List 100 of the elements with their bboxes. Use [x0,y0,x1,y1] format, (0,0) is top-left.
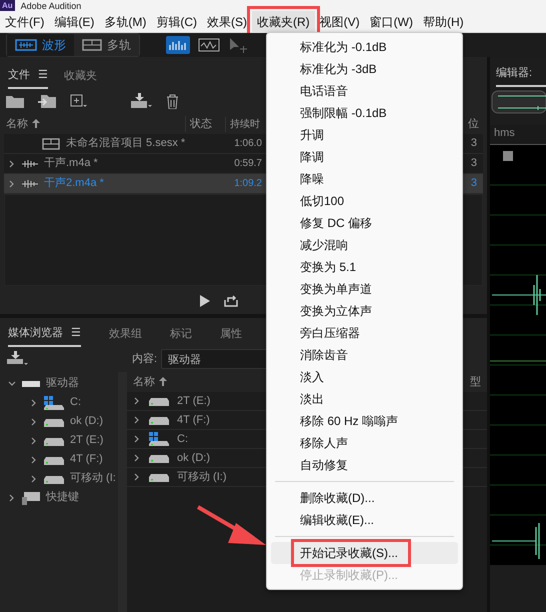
trash-icon[interactable] [166,94,179,108]
chevron-right-icon[interactable] [30,456,38,464]
chevron-right-icon[interactable] [133,397,141,405]
drive-icon [149,472,169,482]
menu-item[interactable]: 自动修复 [271,454,458,476]
panel-tab[interactable]: 收藏夹 [64,66,97,88]
menu-item[interactable]: 删除收藏(D)... [271,487,458,509]
spectrum-view-icon[interactable] [166,36,190,54]
import-folder-icon[interactable] [38,94,56,108]
waveform-icon [22,178,38,188]
menu-item[interactable]: 变换为立体声 [271,300,458,322]
panel-tab[interactable]: 标记 [170,324,192,346]
chevron-right-icon[interactable] [133,473,141,481]
drive-icon [44,416,64,426]
tree-item[interactable]: 可移动 (I: [70,470,116,487]
drive-name[interactable]: C: [177,430,188,448]
chevron-right-icon[interactable] [8,160,16,168]
chevron-right-icon[interactable] [30,436,38,444]
tree-item[interactable]: 驱动器 [46,375,79,392]
panel-menu-icon[interactable]: ☰ [38,67,48,84]
drive-icon [44,436,64,446]
chevron-right-icon[interactable] [30,474,38,482]
tree-item[interactable]: C: [70,394,81,411]
shortcut-folder-icon [22,490,40,504]
menu-item[interactable]: 标准化为 -3dB [271,58,458,80]
chevron-down-icon[interactable] [8,380,16,388]
panel-tab[interactable]: 文件 ☰ [8,65,48,89]
waveform-icon [22,158,38,168]
menu-item[interactable]: 效果(S) [202,10,252,32]
menu-item[interactable]: 修复 DC 偏移 [271,212,458,234]
menu-item[interactable]: 文件(F) [0,10,50,32]
drive-name[interactable]: 4T (F:) [177,412,210,428]
tree-item[interactable]: ok (D:) [70,413,103,430]
panel-tab[interactable]: 编辑器: [496,63,546,86]
chevron-right-icon[interactable] [133,454,141,462]
folder-icon[interactable] [6,94,24,108]
panel-menu-icon[interactable]: ☰ [71,325,81,342]
new-file-icon[interactable] [70,94,88,108]
column-header[interactable]: 位 [464,116,487,132]
file-name: 干声.m4a * [44,156,98,172]
import-icon[interactable] [6,351,28,367]
chevron-right-icon[interactable] [8,180,16,188]
menu-item[interactable]: 收藏夹(R) [252,10,315,32]
panel-tab[interactable]: 效果组 [109,324,142,346]
tree-item[interactable]: 4T (F:) [70,451,103,468]
tree-item[interactable]: 快捷键 [46,489,79,506]
system-drive-icon [149,432,169,446]
chevron-right-icon[interactable] [133,416,141,424]
menu-item[interactable]: 开始记录收藏(S)... [271,542,458,564]
frequency-view-icon[interactable] [198,38,220,52]
move-tool-icon[interactable] [228,37,248,53]
chevron-right-icon[interactable] [8,494,16,502]
column-header[interactable]: 型 [470,374,481,390]
menu-item[interactable]: 编辑(E) [49,10,100,32]
chevron-right-icon[interactable] [30,398,38,406]
panel-tab[interactable]: 媒体浏览器 ☰ [8,323,81,347]
menu-item[interactable]: 移除人声 [271,432,458,454]
menu-item[interactable]: 淡入 [271,366,458,388]
column-header[interactable]: 状态 [185,116,225,132]
column-header[interactable]: 名称 [133,374,167,390]
system-drive-icon [44,396,64,410]
app-logo-icon: Au [0,0,15,11]
insert-icon[interactable] [130,93,152,109]
menu-item[interactable]: 剪辑(C) [151,10,202,32]
loop-icon[interactable] [224,295,238,307]
tree-item[interactable]: 2T (E:) [70,432,104,449]
chevron-right-icon[interactable] [133,435,141,443]
chevron-right-icon[interactable] [30,418,38,426]
menu-item[interactable]: 帮助(H) [418,10,469,32]
menu-item[interactable]: 窗口(W) [364,10,418,32]
drive-name[interactable]: ok (D:) [177,450,210,466]
play-icon[interactable] [200,295,210,307]
duration-cell-text: 0:59.7 [233,157,262,171]
panel-tab[interactable]: 属性 [220,324,242,346]
drive-icon [149,396,169,406]
drive-name[interactable]: 2T (E:) [177,392,210,410]
duration-cell-text: 1:09.2 [233,177,262,191]
menu-item[interactable]: 旁白压缩器 [271,322,458,344]
sort-arrow-icon [159,377,167,386]
menu-item[interactable]: 消除齿音 [271,344,458,366]
menu-item[interactable]: 淡出 [271,388,458,410]
menu-item[interactable]: 标准化为 -0.1dB [271,36,458,58]
menu-item[interactable]: 变换为 5.1 [271,256,458,278]
menu-item[interactable]: 移除 60 Hz 嗡嗡声 [271,410,458,432]
menu-item[interactable]: 强制限幅 -0.1dB [271,102,458,124]
menu-item[interactable]: 多轨(M) [99,10,152,32]
drive-icon [149,453,169,463]
mode-button[interactable]: 多轨 [74,34,139,56]
file-name: 未命名混音项目 5.sesx * [66,136,186,152]
drive-icon [44,474,64,484]
menu-item[interactable]: 减少混响 [271,234,458,256]
menu-item[interactable]: 编辑收藏(E)... [271,509,458,531]
sort-arrow-icon [32,119,40,128]
menu-item[interactable]: 变换为单声道 [271,278,458,300]
drive-name[interactable]: 可移动 (I:) [177,468,226,486]
drive-icon [44,454,64,464]
menu-item[interactable]: 电话语音 [271,80,458,102]
drive-icon [22,380,40,388]
column-header[interactable]: 名称 [0,116,185,132]
column-header[interactable]: 持续时 [225,116,265,132]
